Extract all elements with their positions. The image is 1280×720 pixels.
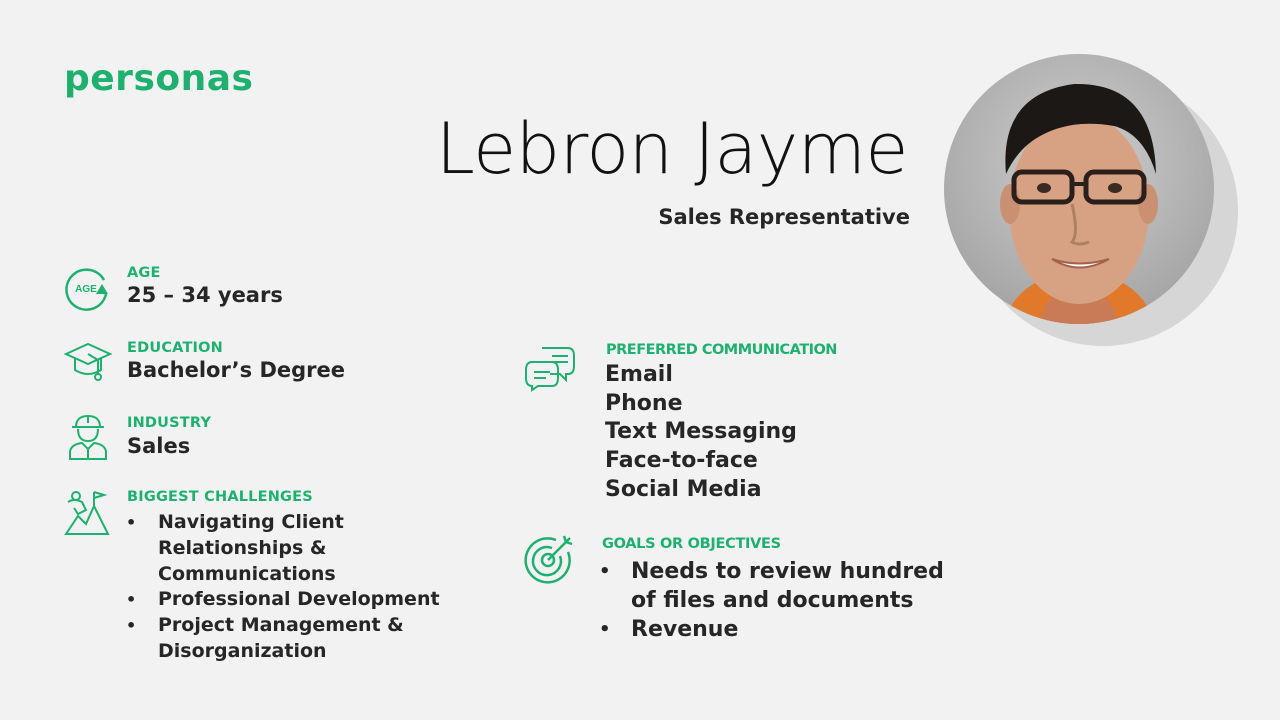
persona-role: Sales Representative — [658, 205, 910, 229]
communication-list: Email Phone Text Messaging Face-to-face … — [605, 361, 797, 505]
education-value: Bachelor’s Degree — [127, 358, 346, 382]
age-value: 25 – 34 years — [127, 283, 283, 307]
challenge-item: Project Management & Disorganization — [126, 613, 467, 665]
communication-item: Face-to-face — [605, 448, 758, 474]
challenges-list: Navigating Client Relationships & Commun… — [126, 510, 467, 665]
persona-name: Lebron Jayme — [435, 108, 909, 190]
target-icon — [522, 532, 576, 586]
brand-logo: personas — [64, 58, 254, 99]
goal-item: Revenue — [599, 615, 953, 644]
persona-photo — [944, 54, 1214, 324]
worker-icon — [64, 413, 112, 461]
age-label: AGE — [127, 265, 161, 281]
challenges-label: BIGGEST CHALLENGES — [127, 489, 313, 505]
industry-value: Sales — [127, 434, 191, 458]
communication-item: Social Media — [605, 476, 762, 502]
communication-item: Text Messaging — [605, 419, 797, 445]
age-icon-text: AGE — [75, 284, 97, 295]
communication-item: Phone — [605, 390, 683, 416]
goals-list: Needs to review hundred of files and doc… — [599, 557, 953, 644]
goal-item: Needs to review hundred of files and doc… — [599, 557, 953, 615]
chat-bubbles-icon — [524, 344, 575, 392]
communication-label: PREFERRED COMMUNICATION — [606, 342, 837, 358]
challenge-item: Navigating Client Relationships & Commun… — [126, 510, 467, 587]
communication-item: Email — [605, 362, 673, 387]
goals-label: GOALS OR OBJECTIVES — [602, 536, 781, 552]
climber-icon — [64, 488, 112, 536]
challenge-item: Professional Development — [126, 587, 467, 613]
graduation-cap-icon — [63, 340, 113, 388]
age-icon: AGE — [64, 264, 112, 312]
industry-label: INDUSTRY — [127, 415, 212, 431]
education-label: EDUCATION — [127, 340, 224, 356]
